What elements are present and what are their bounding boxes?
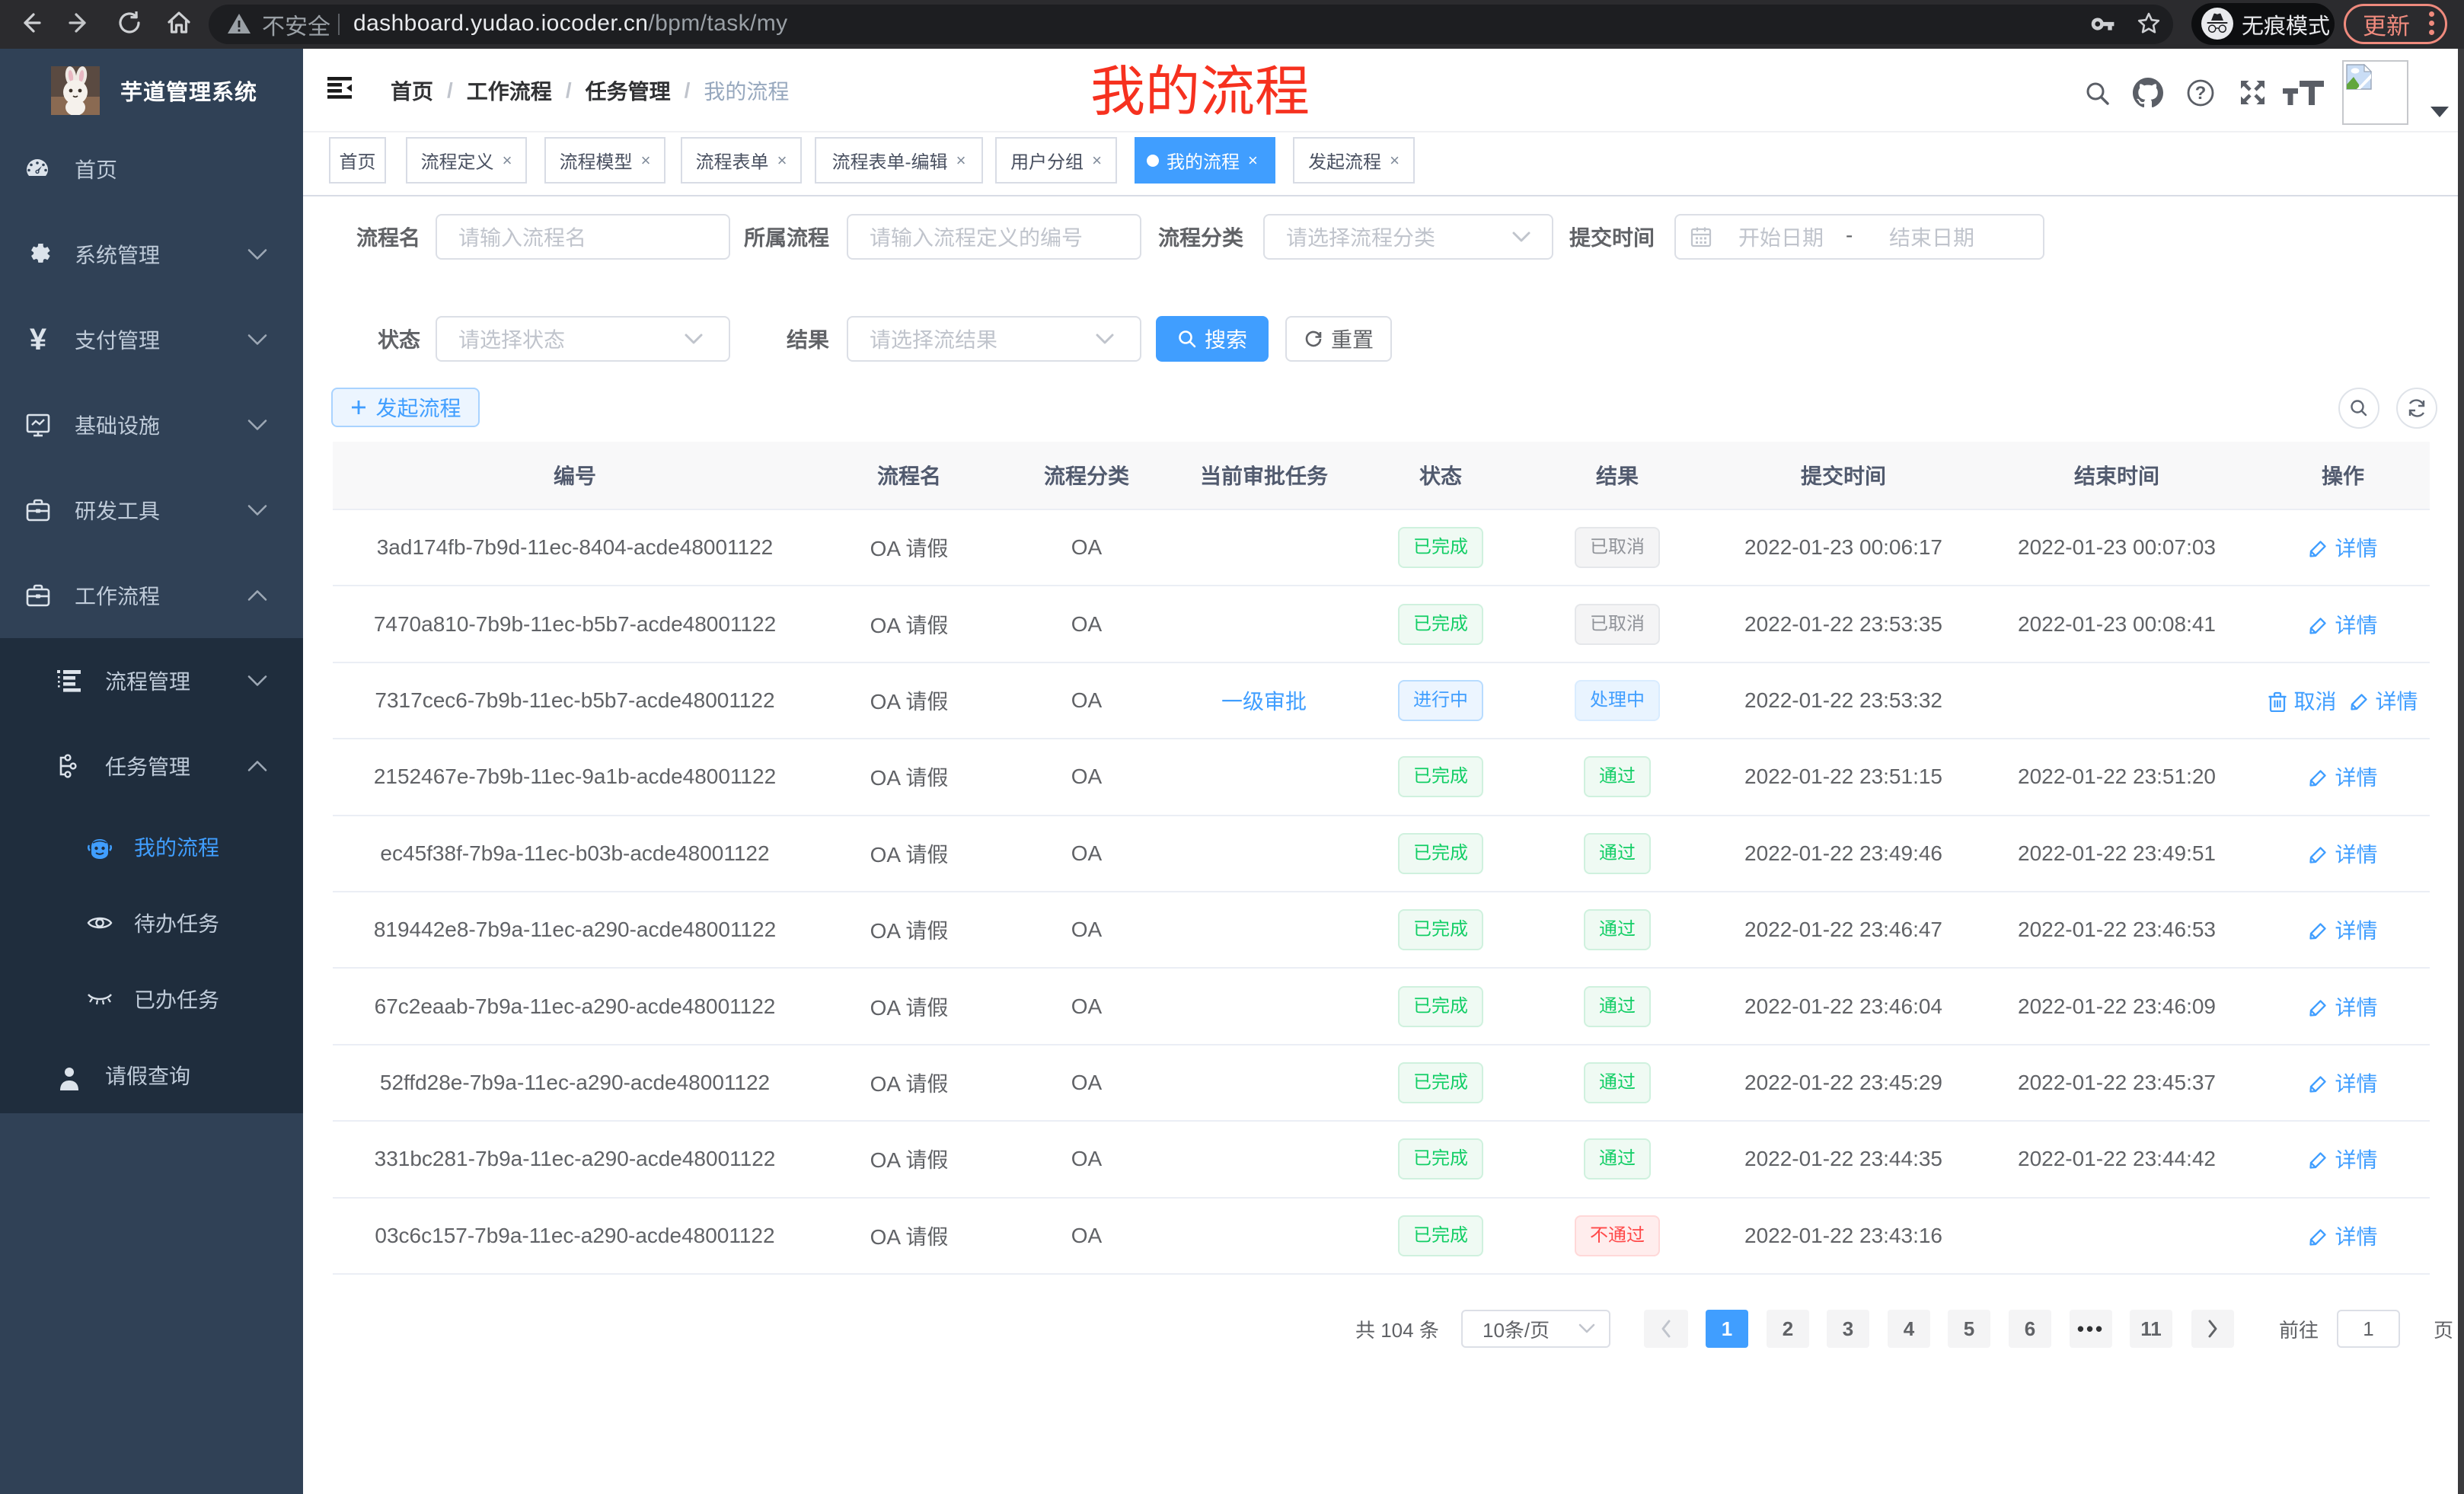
svg-text:?: ? xyxy=(2195,83,2207,104)
